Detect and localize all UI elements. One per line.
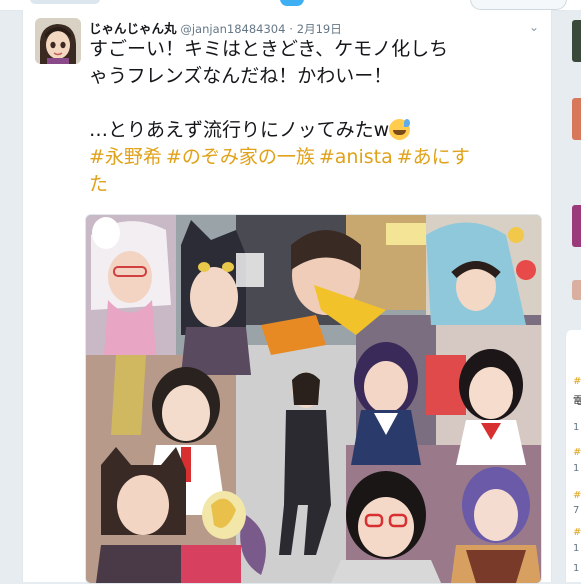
tweet-date[interactable]: 2月19日 [297,22,342,36]
hashtag-link[interactable]: #anista [319,146,393,168]
hashtag-line: #永野希 #のぞみ家の一族 #anista #あにす [89,144,539,171]
trend-item-hashtag[interactable]: # [573,376,581,387]
photo-collage-image [86,215,541,583]
tweet-text-line: …とりあえず流行りにノッてみたw [89,117,539,144]
separator-dot: · [289,22,293,36]
hashtag-link[interactable]: #あにす [397,146,470,168]
trend-item-count: 1 [573,422,580,433]
nav-item-partial[interactable] [30,0,100,4]
user-handle[interactable]: @janjan18484304 [180,22,285,36]
tweet-text-line: すごーい！キミはときどき、ケモノ化しち [89,38,449,60]
user-name[interactable]: じゃんじゃん丸 [89,21,177,36]
trend-thumbnail[interactable] [572,280,581,300]
hashtag-link[interactable]: #永野希 [89,146,162,168]
trend-item-hashtag[interactable]: # [573,447,581,458]
hashtag-link[interactable]: #のぞみ家の一族 [166,146,315,168]
avatar[interactable] [35,18,81,64]
hashtag-line: た [89,171,539,198]
tweet-text-line: ゃうフレンズなんだね！かわいー！ [89,65,393,87]
trend-item-hashtag[interactable]: # [573,527,581,538]
tweet-header: じゃんじゃん丸 @janjan18484304 · 2月19日 [89,18,529,36]
trend-item-text[interactable]: 電 [573,392,581,407]
trend-item-hashtag[interactable]: # [573,490,581,501]
trend-thumbnail[interactable] [572,20,581,62]
chevron-down-icon[interactable]: ⌄ [527,20,541,34]
tweet-text: すごーい！キミはときどき、ケモノ化しち ゃうフレンズなんだね！かわいー！ …とり… [89,36,539,198]
tweet-card: じゃんじゃん丸 @janjan18484304 · 2月19日 ⌄ すごーい！キ… [22,10,552,584]
trend-thumbnail[interactable] [572,205,581,247]
trend-thumbnail[interactable] [572,98,581,140]
grinning-face-with-sweat-icon [389,119,411,140]
search-box-partial[interactable] [470,0,567,10]
trend-item-count: 1 [573,463,580,474]
hashtag-link-continued[interactable]: た [89,173,108,195]
avatar-image [35,18,81,64]
trend-item-count: 1 [573,563,580,574]
twitter-bird-icon[interactable] [280,0,304,6]
trend-item-count: 7 [573,505,580,516]
tweet-text-segment: …とりあえず流行りにノッてみたw [89,119,390,141]
trend-item-count: 1 [573,543,580,554]
tweet-photo-collage[interactable] [85,214,542,584]
